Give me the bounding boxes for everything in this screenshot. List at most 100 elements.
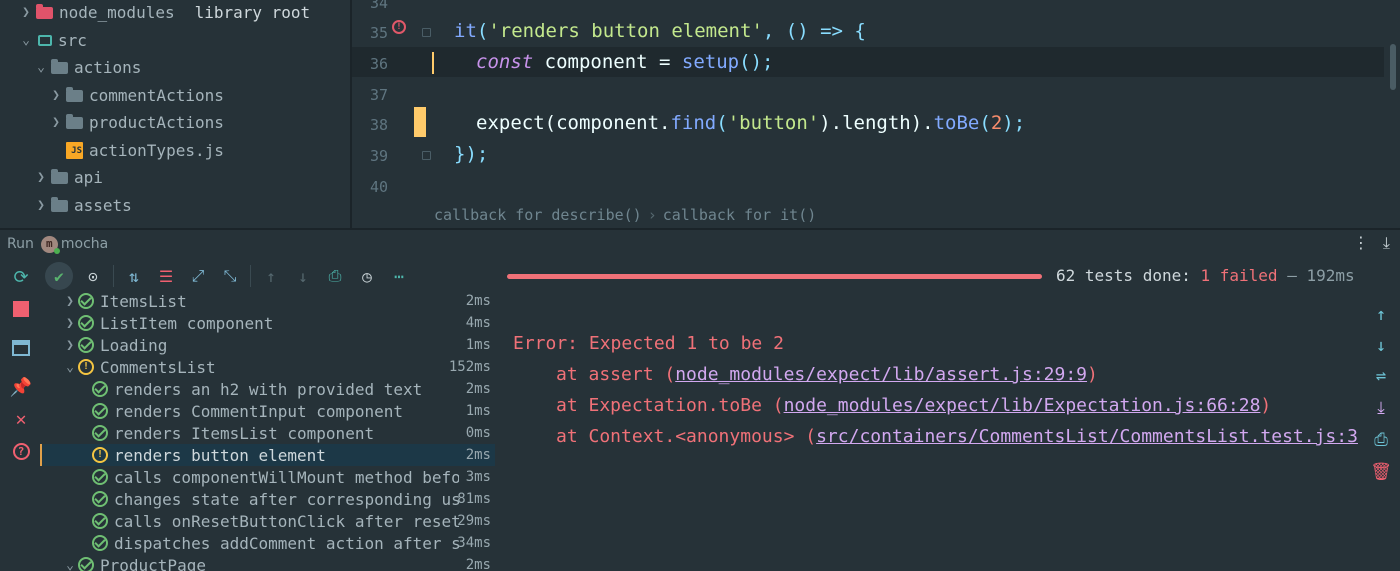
sort-alpha-icon[interactable]: ⇅ (122, 264, 146, 288)
test-name: changes state after corresponding us (114, 489, 459, 509)
chevron-down-icon[interactable]: ⌄ (33, 60, 49, 75)
scroll-down-icon[interactable]: ↓ (1370, 336, 1392, 358)
test-row[interactable]: ❯ Loading 1ms (40, 334, 495, 356)
test-duration: 152ms (448, 359, 491, 375)
stop-button[interactable] (10, 298, 32, 320)
test-row[interactable]: renders an h2 with provided text 2ms (40, 378, 495, 400)
tree-item-label: productActions (89, 113, 224, 132)
test-name: ItemsList (100, 291, 187, 311)
test-row-selected[interactable]: ! renders button element 2ms (40, 444, 495, 466)
stack-frame-link[interactable]: src/containers/CommentsList/CommentsList… (816, 426, 1358, 447)
test-row[interactable]: renders ItemsList component 0ms (40, 422, 495, 444)
test-row[interactable]: ⌄ ! CommentsList 152ms (40, 356, 495, 378)
test-name: CommentsList (100, 357, 216, 377)
previous-failed-icon[interactable]: ↑ (259, 264, 283, 288)
chevron-right-icon[interactable]: ❯ (62, 316, 78, 331)
run-config-tab[interactable]: mocha (61, 236, 108, 252)
tree-item-product-actions[interactable]: ❯ productActions (48, 109, 224, 136)
folder-source-icon (38, 35, 52, 46)
tree-item-src[interactable]: ⌄ src (18, 27, 87, 54)
test-name: ListItem component (100, 313, 274, 333)
scroll-up-icon[interactable]: ↑ (1370, 305, 1392, 327)
test-row[interactable]: calls componentWillMount method befor 3m… (40, 466, 495, 488)
stack-frame-suffix: ) (1260, 395, 1272, 416)
scroll-to-end-icon[interactable]: ⤓ (1370, 398, 1392, 420)
total-time: – 192ms (1277, 266, 1355, 285)
chevron-down-icon[interactable]: ⌄ (62, 558, 78, 571)
clear-all-icon[interactable]: 🗑 (1370, 462, 1392, 484)
folder-icon (66, 113, 83, 129)
hide-panel-icon[interactable]: ⤓ (1383, 233, 1390, 253)
mocha-icon: m (40, 235, 60, 254)
code-editor[interactable]: 34 35 36 37 38 39 40 ! it('renders butto… (352, 0, 1400, 228)
test-row[interactable]: ⌄ ProductPage 2ms (40, 554, 495, 571)
editor-scrollbar[interactable] (1390, 44, 1396, 90)
pin-icon[interactable]: 📌 (10, 376, 32, 398)
rerun-icon[interactable]: ⟳ (10, 266, 32, 288)
test-row[interactable]: ❯ ItemsList 2ms (40, 290, 495, 312)
expand-all-icon[interactable]: ⤢ (186, 264, 210, 288)
test-tree-toolbar: ✔ ⊙ ⇅ ☰ ⤢ ⤡ ↑ ↓ ⎙ ◷ ⋯ (40, 258, 500, 294)
test-row[interactable]: ❯ ListItem component 4ms (40, 312, 495, 334)
test-duration: 2ms (465, 447, 491, 463)
collapse-all-icon[interactable]: ⤡ (218, 264, 242, 288)
stack-frame-prefix: at Expectation.toBe ( (556, 395, 784, 416)
test-row[interactable]: dispatches addComment action after s 34m… (40, 532, 495, 554)
tree-item-label: actionTypes.js (89, 141, 224, 160)
chevron-right-icon[interactable]: ❯ (33, 198, 49, 213)
sort-duration-icon[interactable]: ☰ (154, 264, 178, 288)
show-ignored-icon[interactable]: ⊙ (81, 264, 105, 288)
chevron-right-icon[interactable]: ❯ (62, 294, 78, 309)
close-icon[interactable]: ✕ (10, 408, 32, 430)
breadcrumb-item[interactable]: callback for describe() (434, 206, 642, 224)
layout-button[interactable] (10, 337, 32, 359)
chevron-right-icon[interactable]: ❯ (18, 5, 34, 20)
show-passed-icon[interactable]: ✔ (45, 262, 73, 290)
help-button[interactable]: ? (10, 440, 32, 462)
tree-item-assets[interactable]: ❯ assets (33, 192, 132, 219)
more-options-icon[interactable]: ⋯ (387, 264, 411, 288)
next-failed-icon[interactable]: ↓ (291, 264, 315, 288)
test-passed-icon (78, 293, 94, 309)
test-failed-gutter-icon[interactable]: ! (392, 20, 406, 34)
print-icon[interactable]: ⎙ (1370, 430, 1392, 452)
soft-wrap-icon[interactable]: ⇌ (1370, 366, 1392, 388)
code-line-36: const component = setup(); (476, 51, 773, 73)
error-message: Error: Expected 1 to be 2 (513, 333, 784, 354)
test-passed-icon (92, 513, 108, 529)
code-token: component = (533, 51, 682, 73)
tree-item-comment-actions[interactable]: ❯ commentActions (48, 82, 224, 109)
test-row[interactable]: calls onResetButtonClick after reset 29m… (40, 510, 495, 532)
chevron-down-icon[interactable]: ⌄ (18, 33, 34, 48)
layout-icon (12, 340, 30, 356)
test-row[interactable]: changes state after corresponding us 81m… (40, 488, 495, 510)
more-options-icon[interactable]: ⋮ (1353, 233, 1369, 253)
run-tab-label: Run (7, 236, 34, 252)
folder-icon (51, 196, 68, 212)
code-token: ( (979, 112, 991, 134)
tree-item-api[interactable]: ❯ api (33, 164, 103, 191)
stack-frame-link[interactable]: node_modules/expect/lib/assert.js:29:9 (675, 364, 1087, 385)
chevron-right-icon[interactable]: ❯ (62, 338, 78, 353)
tree-item-node-modules[interactable]: ❯ node_modules library root (18, 0, 310, 26)
fold-icon[interactable] (422, 151, 431, 160)
chevron-right-icon[interactable]: ❯ (33, 170, 49, 185)
code-line-39: }); (454, 143, 488, 165)
chevron-right-icon[interactable]: ❯ (48, 88, 64, 103)
test-history-icon[interactable]: ◷ (355, 264, 379, 288)
test-passed-icon (78, 315, 94, 331)
stack-frame-link[interactable]: node_modules/expect/lib/Expectation.js:6… (784, 395, 1261, 416)
tree-item-action-types[interactable]: JS actionTypes.js (64, 137, 224, 164)
code-token: 'renders button element' (488, 20, 763, 42)
tree-item-actions[interactable]: ⌄ actions (33, 54, 141, 81)
export-results-icon[interactable]: ⎙ (323, 264, 347, 288)
test-name: renders button element (114, 445, 326, 465)
breadcrumb-item[interactable]: callback for it() (663, 206, 817, 224)
test-duration: 1ms (465, 403, 491, 419)
test-name: calls componentWillMount method befor (114, 467, 459, 487)
breadcrumb-separator: › (647, 206, 657, 224)
chevron-right-icon[interactable]: ❯ (48, 115, 64, 130)
chevron-down-icon[interactable]: ⌄ (62, 360, 78, 375)
test-row[interactable]: renders CommentInput component 1ms (40, 400, 495, 422)
fold-icon[interactable] (422, 28, 431, 37)
